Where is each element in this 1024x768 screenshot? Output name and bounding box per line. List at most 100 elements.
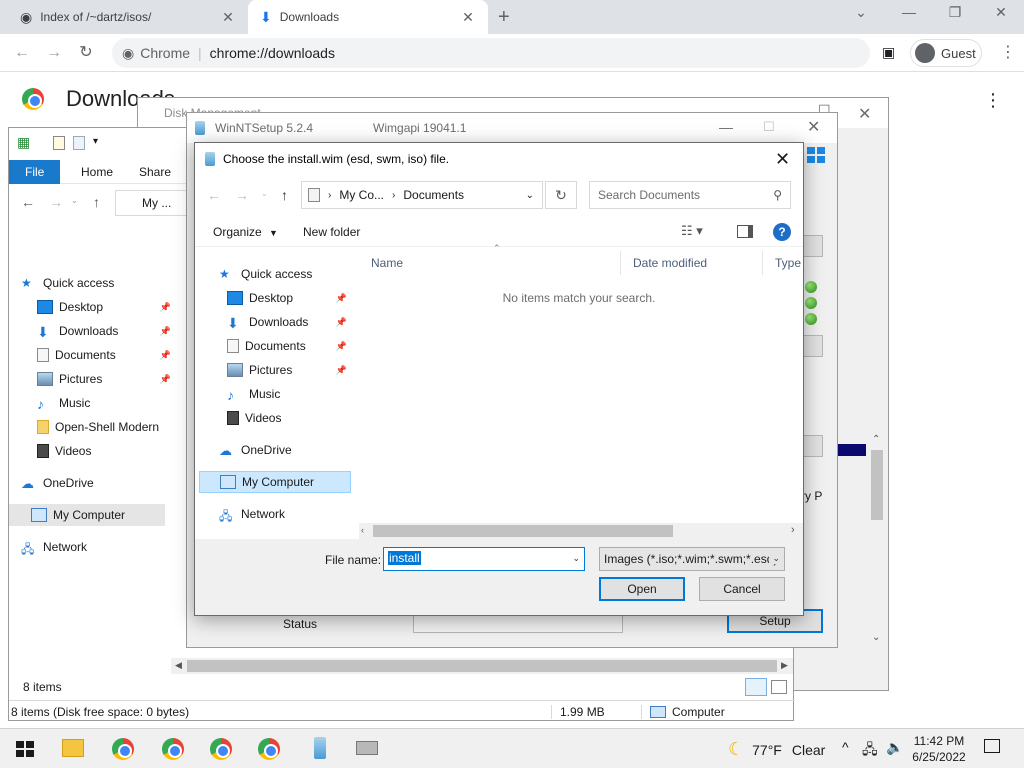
back-icon[interactable]: ← [21,194,35,210]
scroll-right-icon[interactable]: › [791,524,795,536]
minimize-window-button[interactable]: — [894,4,924,20]
new-folder-icon[interactable] [73,136,85,150]
pin-icon[interactable]: 📌 [336,341,347,352]
nav-my-computer[interactable]: My Computer [9,504,165,526]
open-button[interactable]: Open [599,577,685,601]
select-boot-drive-button[interactable] [803,335,823,357]
column-date-modified[interactable]: Date modified [621,251,763,275]
tree-music[interactable]: ♪ Music [199,383,351,405]
large-icons-view-icon[interactable] [771,680,787,694]
side-panel-icon[interactable]: ▣ [882,44,895,61]
close-icon[interactable]: ✕ [807,117,820,137]
winntsetup-vertical-scrollbar[interactable]: ⌃ ⌄ [868,434,886,648]
profile-button[interactable]: Guest [910,39,982,67]
tree-network[interactable]: 🖧 Network [199,503,351,525]
ribbon-tab-home[interactable]: Home [69,160,125,184]
tree-desktop[interactable]: Desktop 📌 [199,287,351,309]
address-bar[interactable]: ◉ Chrome | chrome://downloads [112,38,870,68]
chrome-taskbar-icon[interactable] [112,735,140,763]
tab-index-of-isos[interactable]: ◉ Index of /~dartz/isos/ ✕ [8,0,248,34]
minimize-icon[interactable]: ⌄ [846,4,876,21]
quick-access-toolbar-dropdown-icon[interactable]: ▾ [93,136,98,147]
up-icon[interactable]: ↑ [93,194,100,210]
preview-pane-icon[interactable] [737,225,753,238]
ribbon-tab-file[interactable]: File [9,160,61,184]
refresh-button[interactable]: ↻ [545,181,577,209]
close-window-button[interactable]: ✕ [986,4,1016,21]
tab-downloads[interactable]: ⬇ Downloads ✕ [248,0,488,34]
tree-downloads[interactable]: ⬇ Downloads 📌 [199,311,351,333]
properties-icon[interactable] [53,136,65,150]
scroll-up-icon[interactable]: ⌃ [872,434,880,445]
details-view-icon[interactable] [745,678,767,696]
close-tab-icon[interactable]: ✕ [220,9,236,26]
menu-icon[interactable]: ⋮ [1000,42,1016,62]
nav-open-shell[interactable]: Open-Shell Modern [37,416,187,438]
dialog-address-bar[interactable]: › My Co... › Documents ⌄ [301,181,543,209]
file-list-horizontal-scrollbar[interactable]: ‹ › [359,523,803,539]
nav-pictures[interactable]: Pictures 📌 [37,368,171,390]
tree-pictures[interactable]: Pictures 📌 [199,359,351,381]
organize-button[interactable]: Organize ▼ [213,225,278,239]
chrome-profile-taskbar-icon[interactable] [162,735,190,763]
scroll-thumb[interactable] [373,525,673,537]
cancel-button[interactable]: Cancel [699,577,785,601]
scroll-right-icon[interactable]: ▶ [781,660,788,671]
breadcrumb-my-computer[interactable]: My Co... [339,188,384,202]
chrome-taskbar-icon[interactable] [210,735,238,763]
close-icon[interactable]: ✕ [858,104,871,124]
nav-documents[interactable]: Documents 📌 [37,344,171,366]
nav-network[interactable]: 🖧 Network [21,536,171,558]
tree-documents[interactable]: Documents 📌 [199,335,351,357]
pin-icon[interactable]: 📌 [160,350,171,361]
file-explorer-taskbar-icon[interactable] [62,735,90,763]
notification-icon[interactable] [984,739,1000,753]
file-name-input[interactable]: install ⌄ [383,547,585,571]
nav-desktop[interactable]: Desktop 📌 [37,296,171,318]
breadcrumb-documents[interactable]: Documents [403,188,464,202]
nav-downloads[interactable]: ⬇ Downloads 📌 [37,320,171,342]
pin-icon[interactable]: 📌 [160,302,171,313]
scroll-thumb[interactable] [871,450,883,520]
explorer-address-bar[interactable]: My ... [115,190,195,216]
nav-quick-access[interactable]: ★ Quick access [21,272,171,294]
nav-music[interactable]: ♪ Music [37,392,187,414]
close-dialog-button[interactable]: ✕ [775,149,790,170]
column-name[interactable]: Name [359,251,621,275]
address-dropdown-icon[interactable]: ⌄ [526,190,534,201]
nav-videos[interactable]: Videos [37,440,187,462]
scroll-left-icon[interactable]: ◀ [175,660,182,671]
minimize-icon[interactable]: — [719,119,733,135]
chevron-down-icon[interactable]: ⌄ [769,553,780,564]
forward-button[interactable]: → [42,41,66,65]
chevron-up-icon[interactable]: ^ [842,739,849,755]
up-icon[interactable]: ↑ [281,187,288,203]
ribbon-tab-share[interactable]: Share [127,160,183,184]
pin-icon[interactable]: 📌 [336,365,347,376]
maximize-icon[interactable]: ☐ [763,119,775,135]
tree-quick-access[interactable]: ★ Quick access [199,263,351,285]
chrome-taskbar-icon[interactable] [258,735,286,763]
new-folder-button[interactable]: New folder [303,225,360,239]
file-type-select[interactable]: Images (*.iso;*.wim;*.swm;*.esd) ⌄ [599,547,785,571]
back-button[interactable]: ← [10,41,34,65]
scroll-thumb[interactable] [187,660,777,672]
start-button[interactable] [16,741,34,757]
select-location-button[interactable] [803,235,823,257]
tree-onedrive[interactable]: ☁ OneDrive [199,439,351,461]
explorer-horizontal-scrollbar[interactable]: ◀ ▶ [171,658,793,674]
new-tab-button[interactable]: + [498,6,510,29]
clock[interactable]: 11:42 PM 6/25/2022 [910,733,968,765]
downloads-menu-icon[interactable]: ⋮ [984,90,1002,111]
view-options-icon[interactable]: ☷ ▾ [681,223,703,239]
reload-button[interactable]: ↻ [74,41,98,65]
recent-locations-icon[interactable]: ⌄ [71,196,78,205]
pin-icon[interactable]: 📌 [160,326,171,337]
forward-icon[interactable]: → [235,187,249,203]
close-tab-icon[interactable]: ✕ [460,9,476,26]
help-icon[interactable]: ? [773,223,791,241]
chevron-down-icon[interactable]: ⌄ [572,553,580,564]
back-icon[interactable]: ← [207,187,221,203]
pin-icon[interactable]: 📌 [336,293,347,304]
pin-icon[interactable]: 📌 [160,374,171,385]
